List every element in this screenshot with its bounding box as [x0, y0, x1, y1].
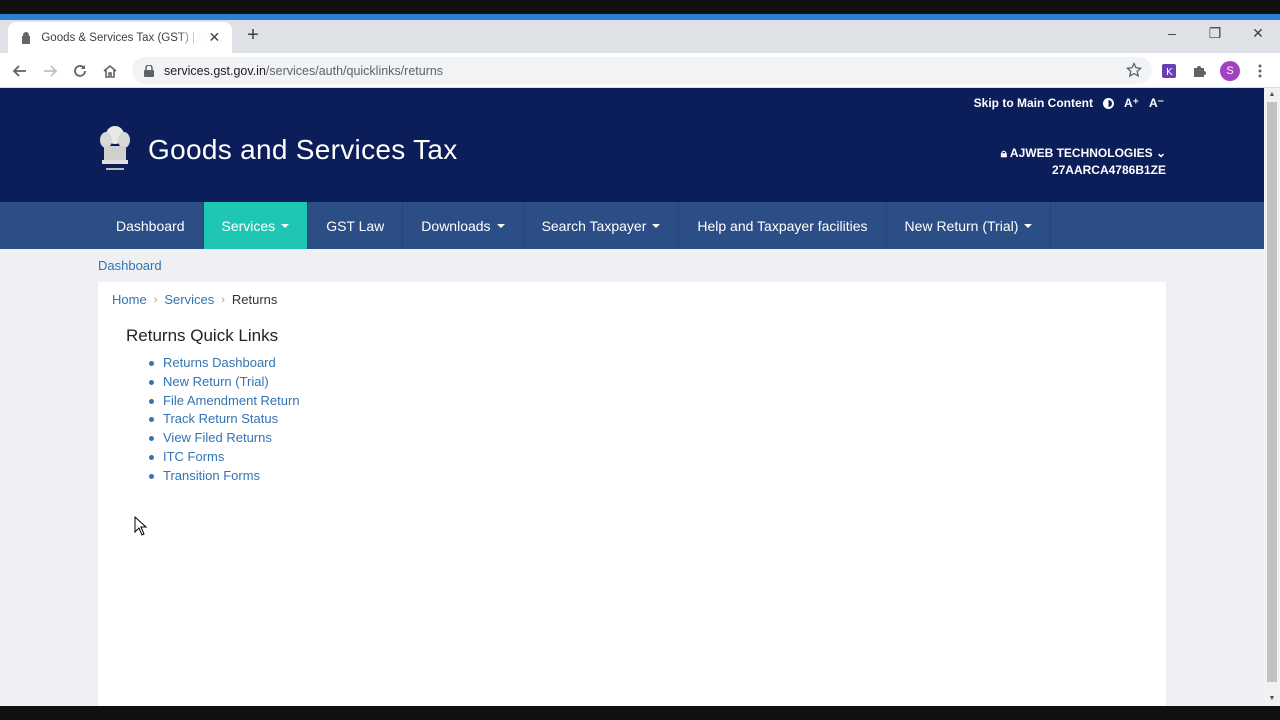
forward-arrow-icon[interactable]: [40, 61, 60, 81]
site-title: Goods and Services Tax: [148, 134, 458, 165]
browser-toolbar: services.gst.gov.in/services/auth/quickl…: [0, 53, 1280, 88]
menu-item-label: GST Law: [326, 217, 385, 234]
quick-link-item[interactable]: Returns Dashboard: [146, 354, 300, 373]
new-tab-plus-icon[interactable]: +: [244, 25, 262, 45]
quick-link-item[interactable]: New Return (Trial): [146, 373, 300, 392]
caret-down-icon: [496, 223, 505, 228]
breadcrumb: Home › Services › Returns: [112, 292, 277, 307]
scroll-up-arrow-icon[interactable]: ▲: [1268, 91, 1276, 99]
user-name: AJWEB TECHNOLOGIES: [1009, 146, 1153, 160]
caret-down-icon: [281, 223, 290, 228]
user-info: 🔒︎ AJWEB TECHNOLOGIES ⌄ 27AARCA4786B1ZE: [1001, 145, 1166, 179]
menu-item-search-taxpayer[interactable]: Search Taxpayer: [524, 202, 680, 249]
main-menu: Dashboard Services GST Law Downloads Search …: [98, 202, 1052, 249]
browser-tab-gst[interactable]: Goods & Services Tax (GST) | Services ✕: [8, 22, 232, 53]
quick-link-item[interactable]: Track Return Status: [146, 410, 300, 429]
main-menu-bar: Dashboard Services GST Law Downloads Search …: [0, 202, 1264, 249]
reload-icon[interactable]: [70, 61, 90, 81]
breadcrumb-separator-icon: ›: [153, 293, 158, 306]
national-emblem-logo: [98, 124, 132, 178]
menu-item-label: Help and Taxpayer facilities: [697, 217, 868, 234]
page-scrollbar[interactable]: ▲ ▼: [1264, 88, 1280, 706]
menu-item-label: Services: [221, 217, 276, 234]
window-bottom-edge: [0, 706, 1280, 720]
svg-text:K: K: [1166, 67, 1173, 78]
kebab-menu-icon[interactable]: [1250, 61, 1270, 81]
user-gstin: 27AARCA4786B1ZE: [1051, 163, 1166, 177]
bookmark-star-icon[interactable]: [1125, 61, 1143, 83]
menu-item-label: Downloads: [421, 217, 491, 234]
home-icon[interactable]: [100, 61, 120, 81]
page-title: Returns Quick Links: [126, 326, 279, 345]
mouse-pointer-icon: [134, 515, 148, 541]
menu-item-label: Dashboard: [116, 217, 185, 234]
window-close-icon[interactable]: ✕: [1248, 25, 1268, 45]
window-top-edge: [0, 0, 1280, 14]
menu-item-dashboard[interactable]: Dashboard: [98, 202, 204, 249]
skip-to-main-link[interactable]: Skip to Main Content: [974, 96, 1093, 110]
menu-item-new-return-trial[interactable]: New Return (Trial): [887, 202, 1052, 249]
caret-down-icon: [652, 223, 661, 228]
profile-avatar[interactable]: S: [1220, 61, 1240, 81]
menu-item-help-and-taxpayer-facilities[interactable]: Help and Taxpayer facilities: [679, 202, 887, 249]
tab-bar: Goods & Services Tax (GST) | Services ✕ …: [0, 20, 1280, 53]
quick-link-item[interactable]: File Amendment Return: [146, 392, 300, 411]
extensions-puzzle-icon[interactable]: [1189, 61, 1209, 81]
back-arrow-icon[interactable]: [10, 61, 30, 81]
page-viewport: Skip to Main Content A⁺ A⁻ Goods and Ser…: [0, 88, 1264, 706]
content-panel: Home › Services › Returns Returns Quick …: [98, 282, 1166, 706]
minimize-icon[interactable]: –: [1162, 25, 1182, 45]
accessibility-bar: Skip to Main Content A⁺ A⁻: [974, 96, 1164, 110]
menu-item-downloads[interactable]: Downloads: [403, 202, 524, 249]
font-increase-button[interactable]: A⁺: [1124, 96, 1139, 110]
site-header: Skip to Main Content A⁺ A⁻ Goods and Ser…: [0, 88, 1264, 202]
font-decrease-button[interactable]: A⁻: [1149, 96, 1164, 110]
dashboard-link[interactable]: Dashboard: [98, 258, 162, 273]
contrast-toggle-icon[interactable]: [1103, 97, 1114, 109]
scrollbar-thumb[interactable]: [1267, 102, 1277, 682]
lock-icon: [144, 64, 156, 77]
gst-emblem-favicon-icon: [18, 30, 33, 46]
quick-link-item[interactable]: View Filed Returns: [146, 429, 300, 448]
tab-title: Goods & Services Tax (GST) | Services: [41, 31, 200, 44]
menu-item-services[interactable]: Services: [203, 202, 309, 249]
menu-item-label: Search Taxpayer: [541, 217, 647, 234]
quick-links-list: Returns Dashboard New Return (Trial) File …: [146, 354, 300, 486]
quick-link-item[interactable]: ITC Forms: [146, 448, 300, 467]
breadcrumb-separator-icon: ›: [221, 293, 225, 306]
user-lock-icon: 🔒︎: [1000, 146, 1008, 160]
breadcrumb-home[interactable]: Home: [112, 292, 147, 307]
menu-item-label: New Return (Trial): [904, 217, 1019, 234]
breadcrumb-current: Returns: [231, 292, 278, 307]
menu-item-gst-law[interactable]: GST Law: [308, 202, 404, 249]
tab-close-icon[interactable]: ✕: [207, 29, 222, 46]
address-bar[interactable]: services.gst.gov.in/services/auth/quickl…: [132, 57, 1152, 84]
user-menu-toggle[interactable]: 🔒︎ AJWEB TECHNOLOGIES ⌄: [1001, 145, 1166, 162]
chevron-down-icon: ⌄: [1155, 146, 1166, 160]
url-text: services.gst.gov.in/services/auth/quickl…: [164, 63, 444, 78]
extension-k-icon[interactable]: K: [1159, 61, 1179, 81]
breadcrumb-services[interactable]: Services: [164, 292, 214, 307]
quick-link-item[interactable]: Transition Forms: [146, 467, 300, 486]
restore-icon[interactable]: ❐: [1205, 25, 1225, 45]
scroll-down-arrow-icon[interactable]: ▼: [1268, 695, 1276, 703]
caret-down-icon: [1024, 223, 1033, 228]
